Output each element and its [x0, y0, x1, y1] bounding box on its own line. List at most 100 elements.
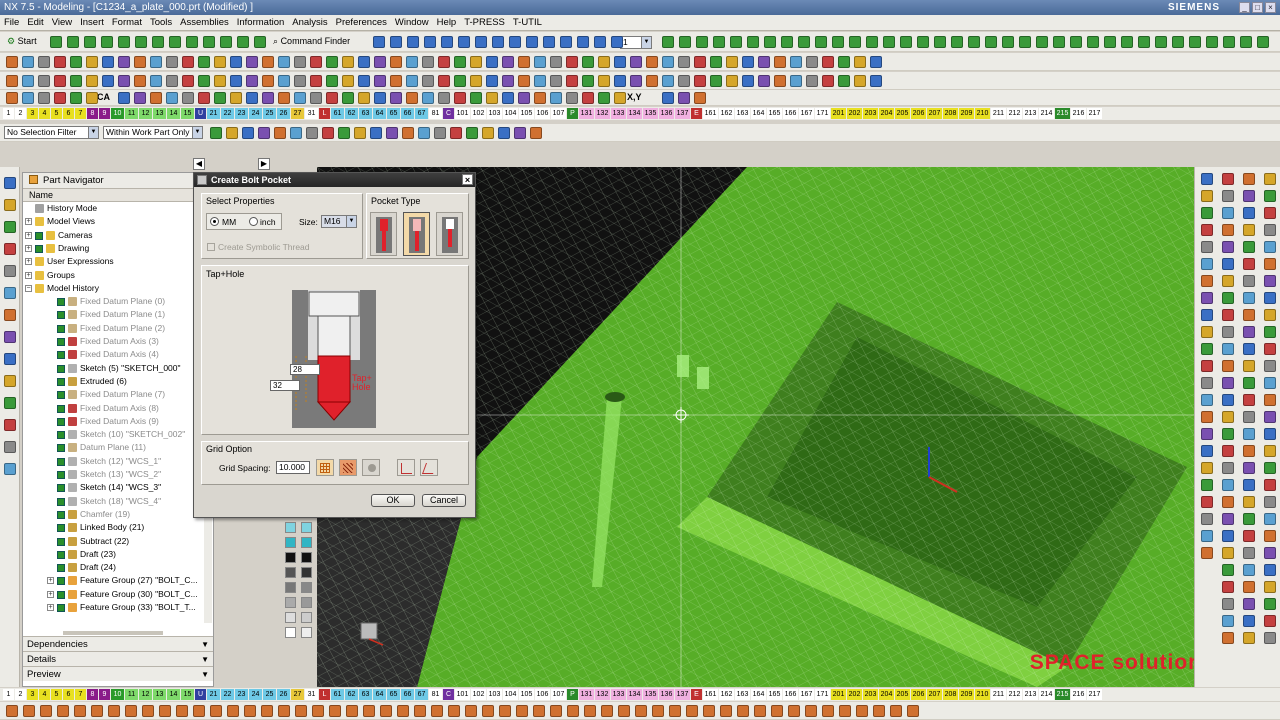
color-swatch[interactable]: [285, 627, 296, 638]
view-tool-icon[interactable]: [1201, 173, 1213, 185]
toolbar-tool-icon[interactable]: [108, 705, 120, 717]
view-tool-icon[interactable]: [1264, 615, 1276, 627]
layer-button[interactable]: 25: [263, 689, 276, 700]
tree-row[interactable]: Draft (23): [23, 548, 208, 561]
start-button[interactable]: ⚙ Start: [4, 35, 40, 48]
toolbar-tool-icon[interactable]: [198, 56, 210, 68]
toolbar-tool-icon[interactable]: [534, 56, 546, 68]
layer-button[interactable]: 67: [415, 689, 428, 700]
layer-button[interactable]: 65: [387, 108, 400, 119]
toolbar-tool-icon[interactable]: [118, 36, 130, 48]
layer-button[interactable]: 171: [815, 689, 830, 700]
toolbar-tool-icon[interactable]: [838, 75, 850, 87]
view-tool-icon[interactable]: [1222, 632, 1234, 644]
toolbar-tool-icon[interactable]: [754, 705, 766, 717]
resource-tab-icon[interactable]: [4, 331, 16, 343]
toolbar-tool-icon[interactable]: [358, 56, 370, 68]
view-tool-icon[interactable]: [1243, 343, 1255, 355]
layer-button[interactable]: 202: [847, 108, 862, 119]
layer-button[interactable]: 62: [345, 689, 358, 700]
visibility-checkbox[interactable]: [57, 338, 65, 346]
toolbar-tool-icon[interactable]: [550, 56, 562, 68]
toolbar-tool-icon[interactable]: [210, 705, 222, 717]
toolbar-tool-icon[interactable]: [594, 36, 606, 48]
view-tool-icon[interactable]: [1243, 513, 1255, 525]
toolbar-tool-icon[interactable]: [38, 92, 50, 104]
toolbar-tool-icon[interactable]: [1138, 36, 1150, 48]
layer-button[interactable]: E: [691, 108, 702, 119]
toolbar-tool-icon[interactable]: [242, 127, 254, 139]
view-tool-icon[interactable]: [1243, 445, 1255, 457]
toolbar-tool-icon[interactable]: [441, 36, 453, 48]
expand-icon[interactable]: +: [25, 271, 32, 279]
command-finder-button[interactable]: ⌕ Command Finder: [270, 35, 353, 48]
toolbar-tool-icon[interactable]: [582, 56, 594, 68]
resource-tab-icon[interactable]: [4, 265, 16, 277]
visibility-checkbox[interactable]: [57, 471, 65, 479]
color-swatch[interactable]: [301, 537, 312, 548]
toolbar-tool-icon[interactable]: [6, 75, 18, 87]
toolbar-tool-icon[interactable]: [678, 56, 690, 68]
view-tool-icon[interactable]: [1201, 258, 1213, 270]
layer-button[interactable]: 101: [455, 689, 470, 700]
toolbar-tool-icon[interactable]: [246, 92, 258, 104]
unit-mm-radio[interactable]: [210, 217, 219, 226]
toolbar-tool-icon[interactable]: [900, 36, 912, 48]
toolbar-tool-icon[interactable]: [203, 36, 215, 48]
resource-tab-icon[interactable]: [4, 441, 16, 453]
tree-row[interactable]: + Groups: [23, 269, 208, 282]
toolbar-tool-icon[interactable]: [526, 36, 538, 48]
expand-icon[interactable]: +: [25, 244, 32, 252]
layer-button[interactable]: 81: [429, 689, 442, 700]
toolbar-tool-icon[interactable]: [226, 127, 238, 139]
layer-button[interactable]: 213: [1023, 108, 1038, 119]
view-tool-icon[interactable]: [1201, 190, 1213, 202]
menu-file[interactable]: File: [0, 15, 23, 31]
layer-button[interactable]: 3: [27, 689, 38, 700]
layer-button[interactable]: 204: [879, 689, 894, 700]
expand-icon[interactable]: +: [47, 590, 54, 598]
view-tool-icon[interactable]: [1243, 530, 1255, 542]
layer-button[interactable]: 24: [249, 689, 262, 700]
toolbar-tool-icon[interactable]: [806, 75, 818, 87]
toolbar-tool-icon[interactable]: [329, 705, 341, 717]
toolbar-tool-icon[interactable]: [406, 56, 418, 68]
layer-button[interactable]: 66: [401, 108, 414, 119]
toolbar-tool-icon[interactable]: [566, 92, 578, 104]
menu-edit[interactable]: Edit: [23, 15, 47, 31]
layer-button[interactable]: 204: [879, 108, 894, 119]
toolbar-tool-icon[interactable]: [390, 75, 402, 87]
layer-button[interactable]: P: [567, 108, 578, 119]
view-tool-icon[interactable]: [1264, 394, 1276, 406]
toolbar-tool-icon[interactable]: [502, 56, 514, 68]
tree-row[interactable]: Sketch (10) "SKETCH_002": [23, 428, 208, 441]
view-tool-icon[interactable]: [1264, 462, 1276, 474]
layer-button[interactable]: 12: [139, 689, 152, 700]
toolbar-tool-icon[interactable]: [856, 705, 868, 717]
toolbar-tool-icon[interactable]: [310, 75, 322, 87]
layer-button[interactable]: 64: [373, 689, 386, 700]
view-tool-icon[interactable]: [1243, 411, 1255, 423]
toolbar-tool-icon[interactable]: [6, 705, 18, 717]
view-tool-icon[interactable]: [1201, 360, 1213, 372]
layer-button[interactable]: 131: [579, 689, 594, 700]
visibility-checkbox[interactable]: [57, 537, 65, 546]
toolbar-tool-icon[interactable]: [662, 92, 674, 104]
color-swatch[interactable]: [301, 612, 312, 623]
toolbar-tool-icon[interactable]: [758, 75, 770, 87]
toolbar-tool-icon[interactable]: [152, 36, 164, 48]
layer-button[interactable]: 201: [831, 108, 846, 119]
toolbar-tool-icon[interactable]: [652, 705, 664, 717]
view-tool-icon[interactable]: [1222, 445, 1234, 457]
toolbar-tool-icon[interactable]: [598, 92, 610, 104]
tree-row[interactable]: Fixed Datum Axis (8): [23, 402, 208, 415]
toolbar-tool-icon[interactable]: [86, 75, 98, 87]
layer-button[interactable]: 25: [263, 108, 276, 119]
tree-row[interactable]: Sketch (14) "WCS_3": [23, 481, 208, 494]
toolbar-tool-icon[interactable]: [720, 705, 732, 717]
visibility-checkbox[interactable]: [57, 377, 65, 386]
layer-button[interactable]: 212: [1007, 689, 1022, 700]
layer-button[interactable]: 215: [1055, 689, 1070, 700]
layer-button[interactable]: 132: [595, 689, 610, 700]
tree-row[interactable]: + Cameras: [23, 229, 208, 242]
